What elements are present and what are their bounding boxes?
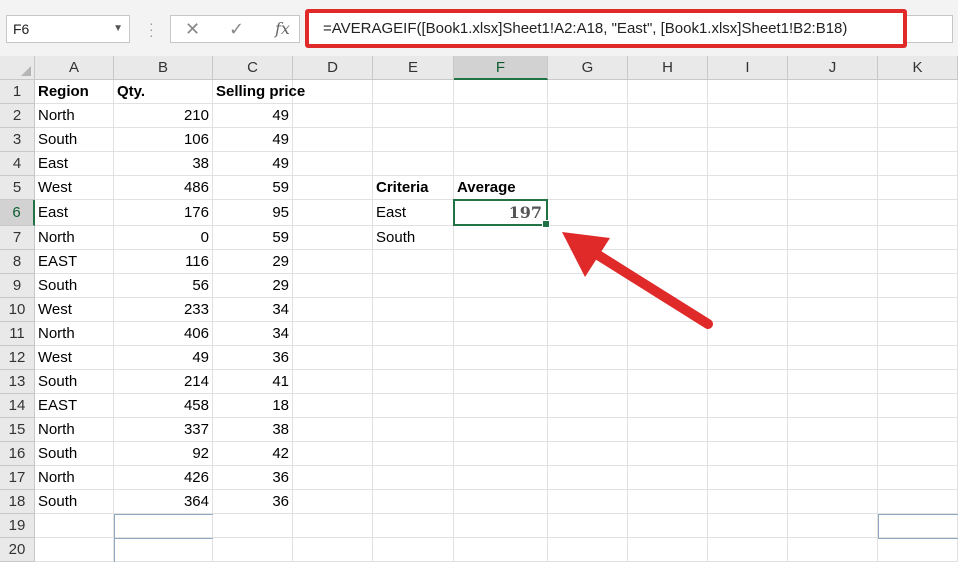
arrow-shaft	[585, 245, 713, 329]
annotation-arrow	[562, 232, 713, 329]
